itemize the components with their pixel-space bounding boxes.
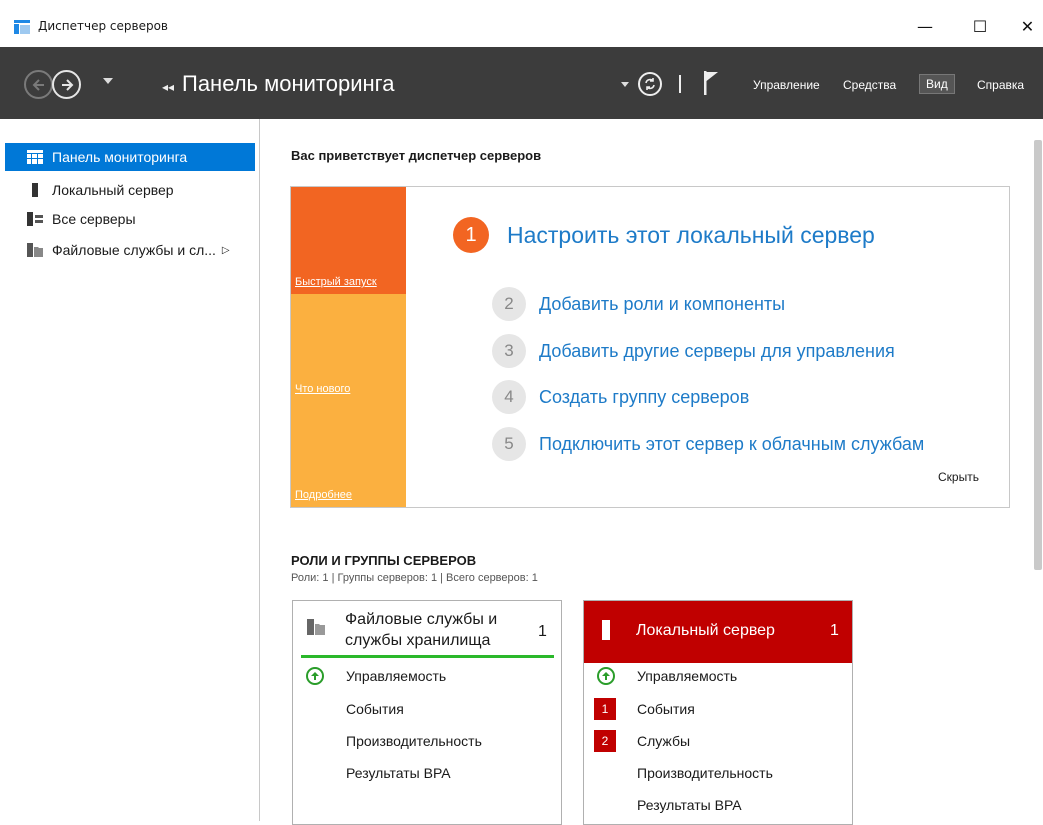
dashboard-icon (27, 150, 43, 164)
sidebar-item-label: Панель мониторинга (52, 149, 188, 165)
step-connect-cloud[interactable]: 5 Подключить этот сервер к облачным служ… (492, 427, 924, 461)
step-configure-local-server[interactable]: 1 Настроить этот локальный сервер (453, 217, 875, 253)
card-row-services[interactable]: 2 Службы (584, 726, 852, 756)
status-ok-bar (301, 655, 554, 658)
role-card-local-server[interactable]: Локальный сервер 1 Управляемость 1 Событ… (583, 600, 853, 825)
card-row-events[interactable]: 1 События (584, 694, 852, 724)
notifications-flag-icon[interactable] (704, 71, 718, 95)
menu-view[interactable]: Вид (919, 74, 955, 94)
step-link[interactable]: Настроить этот локальный сервер (507, 222, 875, 249)
card-row-performance[interactable]: Производительность (584, 758, 852, 788)
card-row-bpa[interactable]: Результаты BPA (584, 790, 852, 820)
vertical-scrollbar[interactable] (1034, 140, 1042, 570)
sidebar-item-file-services[interactable]: Файловые службы и сл... ▷ (5, 236, 255, 264)
sidebar-item-local-server[interactable]: Локальный сервер (5, 176, 255, 204)
role-card-file-services[interactable]: Файловые службы и службы хранилища 1 Упр… (292, 600, 562, 825)
card-title-line2: службы хранилища (345, 632, 491, 649)
row-label: Производительность (346, 733, 482, 749)
row-label: Производительность (637, 765, 773, 781)
step-number-badge: 1 (453, 217, 489, 253)
history-dropdown-icon[interactable] (103, 78, 113, 84)
sidebar-item-dashboard[interactable]: Панель мониторинга (5, 143, 255, 171)
breadcrumb-title: Панель мониторинга (182, 71, 395, 96)
tile-learn-more[interactable]: Подробнее (291, 401, 406, 507)
step-number-badge: 5 (492, 427, 526, 461)
expand-chevron-icon[interactable]: ▷ (222, 245, 230, 256)
card-row-manageability[interactable]: Управляемость (293, 661, 561, 691)
card-row-performance[interactable]: Производительность (293, 726, 561, 756)
card-row-manageability[interactable]: Управляемость (584, 661, 852, 691)
tile-quick-start[interactable]: Быстрый запуск (291, 187, 406, 294)
step-number-badge: 3 (492, 334, 526, 368)
server-icon (602, 620, 610, 640)
tile-label: Подробнее (295, 489, 353, 501)
title-bar: Диспетчер серверов — ☐ ✕ (0, 0, 1043, 47)
breadcrumb-dropdown-icon[interactable] (621, 82, 629, 87)
toolbar-separator (679, 75, 681, 93)
step-add-servers[interactable]: 3 Добавить другие серверы для управления (492, 334, 895, 368)
breadcrumb-chevron-icon: ◂◂ (162, 80, 175, 94)
card-count: 1 (830, 622, 839, 639)
tile-label: Быстрый запуск (295, 276, 377, 288)
step-link[interactable]: Создать группу серверов (539, 387, 749, 408)
maximize-button[interactable]: ☐ (960, 12, 1000, 40)
step-create-server-group[interactable]: 4 Создать группу серверов (492, 380, 749, 414)
events-count-badge: 1 (594, 698, 616, 720)
roles-heading: РОЛИ И ГРУППЫ СЕРВЕРОВ (291, 553, 477, 568)
card-row-bpa[interactable]: Результаты BPA (293, 758, 561, 788)
window-title: Диспетчер серверов (38, 19, 168, 33)
server-manager-icon (14, 20, 30, 34)
arrow-right-icon (61, 78, 73, 91)
row-label: События (637, 701, 695, 717)
menu-tools[interactable]: Средства (843, 78, 896, 92)
card-count: 1 (538, 623, 547, 640)
step-add-roles[interactable]: 2 Добавить роли и компоненты (492, 287, 785, 321)
step-link[interactable]: Добавить другие серверы для управления (539, 341, 895, 362)
row-label: События (346, 701, 404, 717)
refresh-icon[interactable] (638, 72, 662, 96)
close-button[interactable]: ✕ (1012, 12, 1043, 40)
minimize-button[interactable]: — (905, 12, 945, 40)
card-title: Локальный сервер (636, 622, 775, 639)
card-row-events[interactable]: События (293, 694, 561, 724)
status-up-icon (597, 667, 615, 685)
menu-help[interactable]: Справка (977, 78, 1024, 92)
roles-summary: Роли: 1 | Группы серверов: 1 | Всего сер… (291, 572, 538, 584)
welcome-heading: Вас приветствует диспетчер серверов (291, 148, 542, 163)
row-label: Результаты BPA (346, 765, 451, 781)
menu-manage[interactable]: Управление (753, 78, 820, 92)
row-label: Результаты BPA (637, 797, 742, 813)
servers-icon (27, 212, 43, 226)
sidebar-item-label: Все серверы (52, 211, 136, 227)
tile-whats-new[interactable]: Что нового (291, 294, 406, 401)
toolbar: ◂◂ Панель мониторинга Управление Средств… (0, 47, 1043, 119)
status-up-icon (306, 667, 324, 685)
back-button[interactable] (24, 70, 53, 99)
step-number-badge: 4 (492, 380, 526, 414)
tile-label: Что нового (295, 383, 351, 395)
file-services-icon (307, 619, 325, 635)
row-label: Управляемость (346, 668, 447, 684)
row-label: Службы (637, 733, 691, 749)
forward-button[interactable] (52, 70, 81, 99)
sidebar-item-all-servers[interactable]: Все серверы (5, 205, 255, 233)
file-services-icon (27, 243, 43, 257)
sidebar-item-label: Файловые службы и сл... (52, 242, 216, 258)
arrow-left-icon (32, 78, 44, 91)
card-header[interactable]: Файловые службы и службы хранилища 1 (293, 601, 561, 663)
row-label: Управляемость (637, 668, 738, 684)
hide-quickstart-link[interactable]: Скрыть (938, 470, 979, 484)
step-number-badge: 2 (492, 287, 526, 321)
step-link[interactable]: Добавить роли и компоненты (539, 294, 785, 315)
sidebar-item-label: Локальный сервер (52, 182, 174, 198)
card-header[interactable]: Локальный сервер 1 (584, 601, 852, 663)
server-icon (32, 183, 38, 197)
services-count-badge: 2 (594, 730, 616, 752)
card-title-line1: Файловые службы и (345, 611, 498, 628)
step-link[interactable]: Подключить этот сервер к облачным служба… (539, 434, 924, 455)
